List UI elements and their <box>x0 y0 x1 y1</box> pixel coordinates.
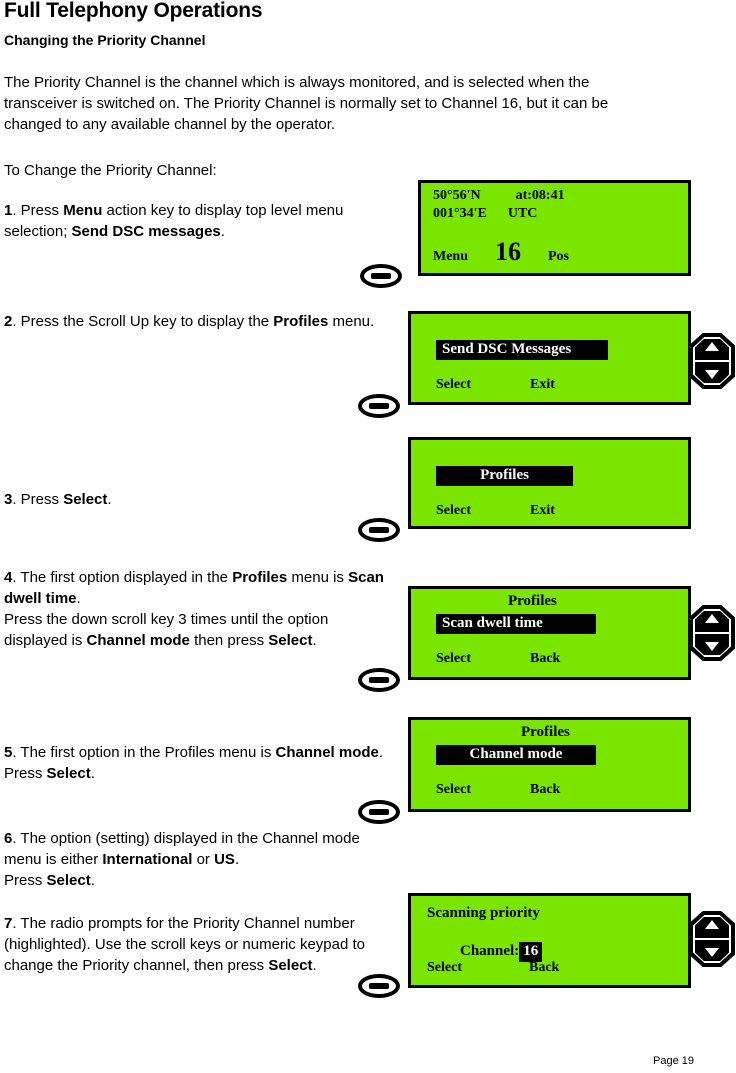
step-emphasis: Profiles <box>273 313 329 330</box>
action-key-icon[interactable] <box>360 264 402 288</box>
step-3: 3. Press Select. <box>4 489 394 510</box>
chevron-down-icon <box>705 370 719 379</box>
step-text: . <box>234 851 240 868</box>
softkey-select[interactable]: Select <box>427 960 462 975</box>
step-emphasis: Channel mode <box>86 632 190 649</box>
action-key-bar <box>369 527 389 533</box>
step-emphasis: US <box>214 851 235 868</box>
step-text: . <box>90 765 95 782</box>
scroll-up-down-key-icon[interactable] <box>689 605 735 661</box>
action-key-icon[interactable] <box>358 974 400 998</box>
time-value: at:08:41 <box>515 188 565 203</box>
longitude-value: 001°34'E <box>433 206 487 221</box>
softkey-select[interactable]: Select <box>436 503 471 518</box>
menu-header-profiles: Profiles <box>521 724 570 740</box>
step-emphasis: Select <box>46 765 91 782</box>
action-key-icon[interactable] <box>358 394 400 418</box>
step-emphasis: International <box>102 851 193 868</box>
step-emphasis: Select <box>268 957 313 974</box>
step-text: . <box>220 223 225 240</box>
action-key-icon[interactable] <box>358 800 400 824</box>
step-emphasis: Send DSC messages <box>71 223 221 240</box>
step-text: . <box>312 632 317 649</box>
menu-header-scanning-priority: Scanning priority <box>427 905 540 921</box>
intro-paragraph: The Priority Channel is the channel whic… <box>4 74 609 133</box>
softkey-pos[interactable]: Pos <box>548 249 569 264</box>
lcd-display-profiles-menu: Profiles Select Exit <box>408 437 691 529</box>
step-text: . <box>76 590 81 607</box>
chevron-up-icon <box>705 920 719 929</box>
step-text: . Press <box>12 202 64 219</box>
menu-item-profiles[interactable]: Profiles <box>436 466 573 486</box>
step-2: 2. Press the Scroll Up key to display th… <box>4 311 394 332</box>
action-key-bar <box>371 273 391 279</box>
softkey-select[interactable]: Select <box>436 782 471 797</box>
softkey-back[interactable]: Back <box>530 651 560 666</box>
step-text: . Press <box>12 491 64 508</box>
action-key-bar <box>369 809 389 815</box>
step-text: . The first option in the Profiles menu … <box>12 744 276 761</box>
step-text: Press <box>4 872 47 889</box>
step-7: 7. The radio prompts for the Priority Ch… <box>4 913 394 976</box>
step-text: . <box>90 872 95 889</box>
scroll-up-down-key-icon[interactable] <box>689 911 735 967</box>
scroll-up-down-key-icon[interactable] <box>689 333 735 389</box>
channel-number: 16 <box>495 237 521 266</box>
menu-item-channel-mode[interactable]: Channel mode <box>436 745 596 765</box>
step-emphasis: Select <box>63 491 108 508</box>
action-key-icon[interactable] <box>358 668 400 692</box>
lcd-display-home-screen: 50°56'N at:08:41 001°34'E UTC Menu 16 Po… <box>418 180 691 276</box>
step-emphasis: Menu <box>63 202 103 219</box>
latitude-value: 50°56'N <box>433 188 481 203</box>
step-text: or <box>192 851 215 868</box>
softkey-exit[interactable]: Exit <box>530 377 555 392</box>
step-text: . <box>312 957 317 974</box>
chevron-up-icon <box>705 614 719 623</box>
step-text: then press <box>189 632 269 649</box>
action-key-bar <box>369 403 389 409</box>
step-text: . <box>107 491 112 508</box>
softkey-select[interactable]: Select <box>436 377 471 392</box>
channel-field-label: Channel: <box>460 943 520 959</box>
step-text: menu is <box>287 569 349 586</box>
menu-item-send-dsc-messages[interactable]: Send DSC Messages <box>436 340 608 360</box>
action-key-icon[interactable] <box>358 518 400 542</box>
lcd-display-scanning-priority: Scanning priority Channel: 16 Select Back <box>408 893 691 988</box>
step-text: . The first option displayed in the <box>12 569 233 586</box>
lcd-display-profiles-channel-mode: Profiles Channel mode Select Back <box>408 717 691 812</box>
step-emphasis: Channel mode <box>275 744 379 761</box>
step-emphasis: Select <box>268 632 313 649</box>
action-key-bar <box>369 983 389 989</box>
lcd-display-profiles-scan-dwell-time: Profiles Scan dwell time Select Back <box>408 586 691 680</box>
chevron-down-icon <box>705 642 719 651</box>
channel-field-value[interactable]: 16 <box>519 942 543 962</box>
step-text: menu. <box>328 313 375 330</box>
page-title: Full Telephony Operations <box>4 0 263 22</box>
page-number: Page 19 <box>653 1055 694 1067</box>
chevron-up-icon <box>705 342 719 351</box>
step-emphasis: Select <box>46 872 91 889</box>
step-emphasis: Profiles <box>232 569 288 586</box>
step-6: 6. The option (setting) displayed in the… <box>4 828 394 891</box>
step-text: . Press the Scroll Up key to display the <box>12 313 274 330</box>
action-key-bar <box>369 677 389 683</box>
menu-header-profiles: Profiles <box>508 593 557 609</box>
softkey-back[interactable]: Back <box>530 782 560 797</box>
lead-paragraph: To Change the Priority Channel: <box>4 162 217 179</box>
chevron-down-icon <box>705 948 719 957</box>
timezone-value: UTC <box>507 206 538 221</box>
softkey-exit[interactable]: Exit <box>530 503 555 518</box>
softkey-select[interactable]: Select <box>436 651 471 666</box>
softkey-back[interactable]: Back <box>529 960 559 975</box>
lcd-display-send-dsc-messages-menu: Send DSC Messages Select Exit <box>408 311 691 405</box>
step-4: 4. The first option displayed in the Pro… <box>4 567 394 651</box>
step-1: 1. Press Menu action key to display top … <box>4 200 394 242</box>
step-5: 5. The first option in the Profiles menu… <box>4 742 394 784</box>
section-subtitle: Changing the Priority Channel <box>4 32 206 48</box>
softkey-menu[interactable]: Menu <box>433 249 468 264</box>
menu-item-scan-dwell-time[interactable]: Scan dwell time <box>436 614 596 634</box>
